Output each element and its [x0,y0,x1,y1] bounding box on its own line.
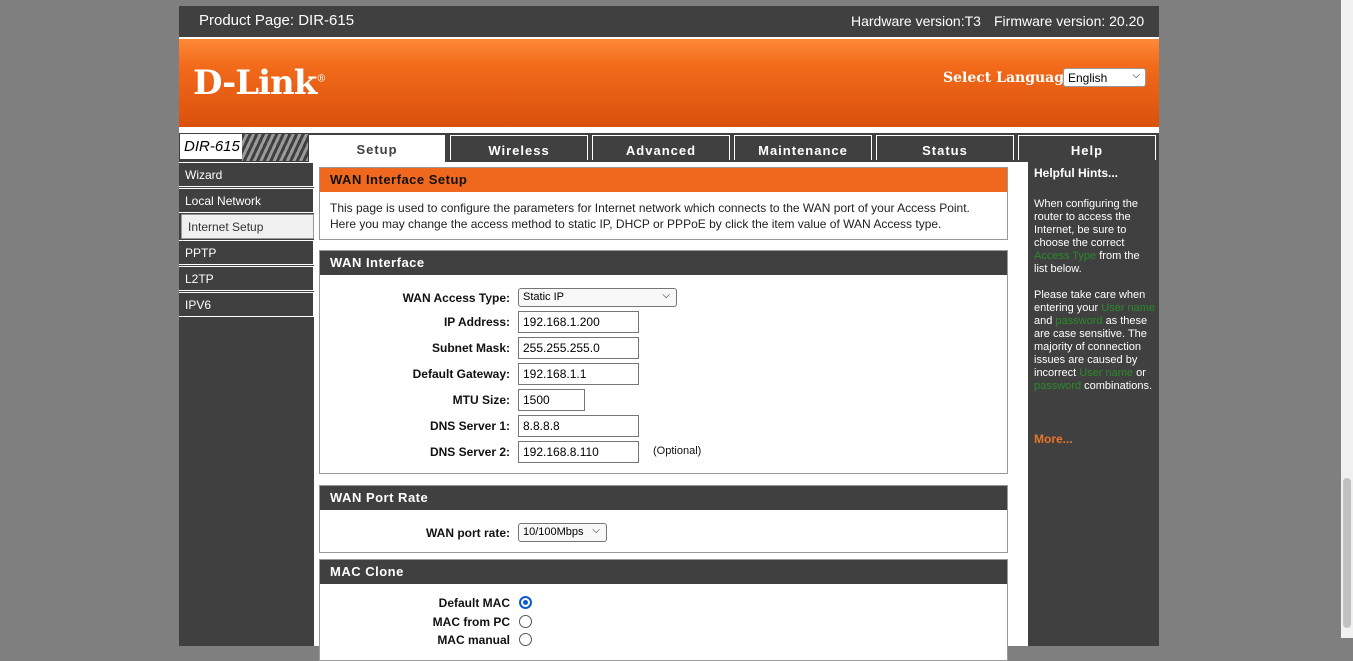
stripe-decoration [242,134,308,161]
hint-highlight: User name [1079,367,1134,379]
form-row: DNS Server 2: 192.168.8.110 (Optional) [320,441,1007,463]
mac-from-pc-radio[interactable] [519,615,532,628]
helpful-hints-panel: Helpful Hints... When configuring the ro… [1029,162,1157,646]
product-page-label: Product Page: DIR-615 [199,12,355,29]
wan-port-rate-section: WAN Port Rate WAN port rate: 10/100Mbps … [319,485,1008,553]
chevron-down-icon: ⌵ [592,525,600,536]
form-row: DNS Server 1: 8.8.8.8 [320,415,1007,437]
section-title: WAN Interface Setup [320,168,1007,192]
hint-highlight: password [1034,380,1082,392]
wan-access-type-select[interactable]: Static IP ⌵ [518,288,677,307]
hints-paragraph: When configuring the router to access th… [1034,198,1140,275]
form-row: Subnet Mask: 255.255.255.0 [320,337,1007,359]
tab-advanced[interactable]: Advanced [592,135,730,160]
selected-value: Static IP [523,291,564,303]
tab-status[interactable]: Status [876,135,1014,160]
hardware-version: Hardware version:T3 [851,13,981,29]
tab-help[interactable]: Help [1018,135,1156,160]
field-label: MAC from PC [432,615,510,629]
field-label: IP Address: [443,315,510,329]
form-row: WAN port rate: 10/100Mbps ⌵ [320,522,1007,544]
field-label: Default MAC [438,596,510,610]
sidebar-item-pptp[interactable]: PPTP [179,240,314,265]
chevron-down-icon: ⌵ [662,290,670,301]
model-badge: DIR-615 [179,133,308,161]
field-label: Default Gateway: [412,367,510,381]
hint-highlight: Access Type [1034,250,1097,262]
field-label: WAN port rate: [426,526,510,540]
section-title: WAN Port Rate [320,486,1007,510]
sidebar-nav: Wizard Local Network Internet Setup PPTP… [179,162,314,318]
more-link[interactable]: More... [1034,432,1073,446]
language-select[interactable]: English ⌵ [1063,68,1146,87]
selected-value: 10/100Mbps [523,526,584,538]
hints-title: Helpful Hints... [1034,166,1118,180]
hint-highlight: User name [1101,302,1156,314]
form-row: MTU Size: 1500 [320,389,1007,411]
form-row: IP Address: 192.168.1.200 [320,311,1007,333]
mac-manual-radio[interactable] [519,633,532,646]
tab-wireless[interactable]: Wireless [450,135,588,160]
model-label: DIR-615 [184,138,240,155]
form-row: WAN Access Type: Static IP ⌵ [320,287,1007,309]
field-label: WAN Access Type: [402,291,510,305]
select-language-label: Select Language [943,70,1073,86]
wan-interface-section: WAN Interface WAN Access Type: Static IP… [319,250,1008,474]
mac-clone-section: MAC Clone Default MAC MAC from PC MAC ma… [319,559,1008,661]
sidebar-item-ipv6[interactable]: IPV6 [179,292,314,317]
top-bar: Product Page: DIR-615 Hardware version:T… [179,6,1159,36]
field-label: MTU Size: [452,393,510,407]
optional-note: (Optional) [653,445,702,457]
mtu-size-input[interactable]: 1500 [518,389,585,411]
firmware-version: Firmware version: 20.20 [994,13,1145,29]
field-label: DNS Server 1: [429,419,510,433]
sidebar-item-l2tp[interactable]: L2TP [179,266,314,291]
form-row: Default Gateway: 192.168.1.1 [320,363,1007,385]
language-selected-value: English [1068,71,1108,85]
brand-banner: D-Link® Select Language English ⌵ [179,37,1159,129]
field-label: Subnet Mask: [431,341,510,355]
form-row: MAC manual [320,631,1007,653]
default-mac-radio[interactable] [519,596,532,609]
field-label: MAC manual [437,633,510,647]
tab-setup[interactable]: Setup [308,134,446,162]
dns-server-1-input[interactable]: 8.8.8.8 [518,415,639,437]
dlink-logo: D-Link® [193,63,326,103]
hint-highlight: password [1055,315,1103,327]
banner-divider [179,127,1159,133]
vertical-scrollbar[interactable] [1341,0,1353,638]
wan-setup-section: WAN Interface Setup This page is used to… [319,167,1008,240]
main-content: WAN Interface Setup This page is used to… [314,162,1028,661]
default-gateway-input[interactable]: 192.168.1.1 [518,363,639,385]
sidebar-item-wizard[interactable]: Wizard [179,162,314,187]
section-title: WAN Interface [320,251,1007,275]
router-page: Product Page: DIR-615 Hardware version:T… [179,6,1159,661]
section-description: This page is used to configure the param… [330,201,970,231]
section-title: MAC Clone [320,560,1007,584]
chevron-down-icon: ⌵ [1132,70,1140,81]
sidebar-item-internet-setup[interactable]: Internet Setup [181,214,314,239]
field-label: DNS Server 2: [429,445,510,459]
wan-port-rate-select[interactable]: 10/100Mbps ⌵ [518,523,607,542]
ip-address-input[interactable]: 192.168.1.200 [518,311,639,333]
sidebar-item-local-network[interactable]: Local Network [179,188,314,213]
scrollbar-thumb[interactable] [1343,478,1351,628]
subnet-mask-input[interactable]: 255.255.255.0 [518,337,639,359]
hints-paragraph: Please take care when entering your User… [1034,289,1156,392]
dns-server-2-input[interactable]: 192.168.8.110 [518,441,639,463]
tab-maintenance[interactable]: Maintenance [734,135,872,160]
